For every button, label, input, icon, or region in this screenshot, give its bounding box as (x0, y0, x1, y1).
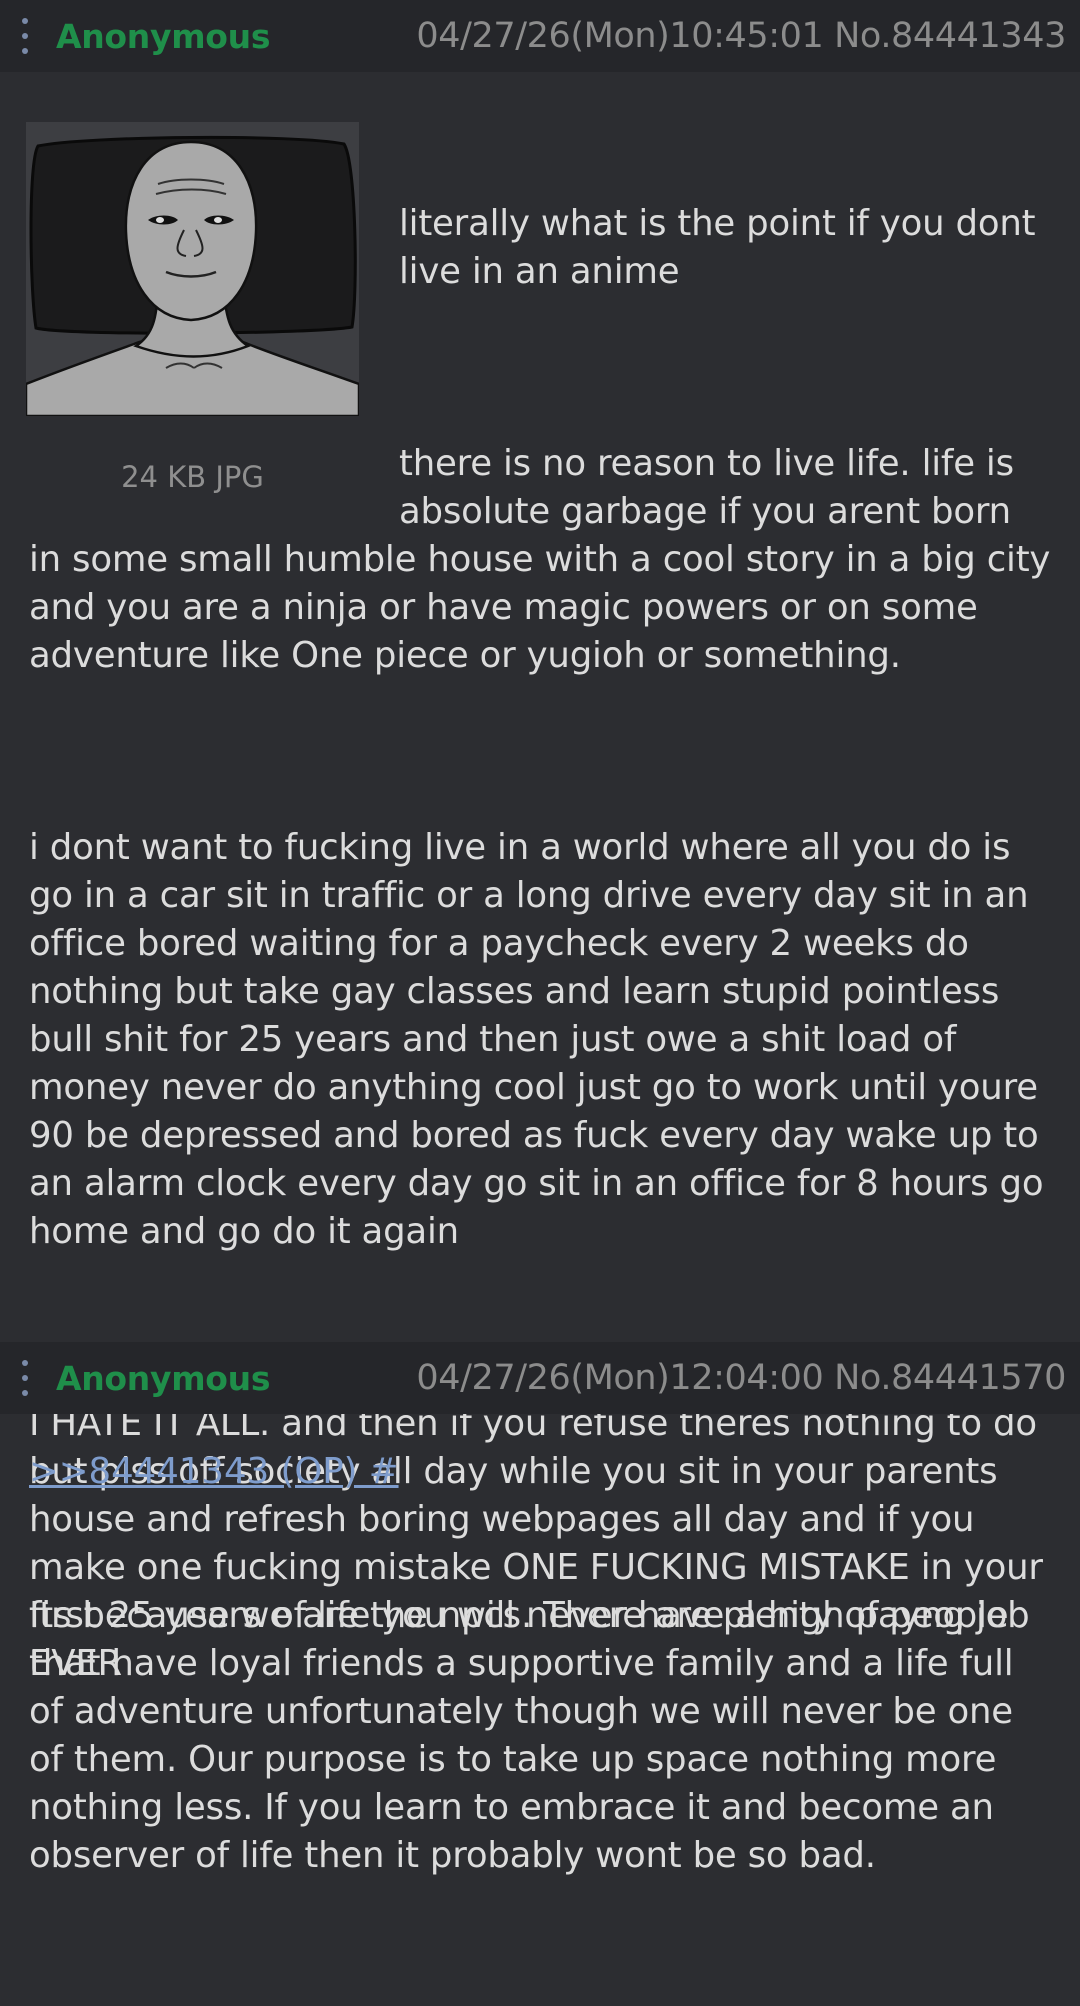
post-comment: Its because we are the npcs. There are p… (29, 1496, 1052, 1976)
comment-paragraph: i dont want to fucking live in a world w… (29, 827, 1055, 1252)
post-meta[interactable]: 04/27/26(Mon)12:04:00 No.84441570 (416, 1358, 1066, 1398)
post-body: >>84441343 (OP) # Its because we are the… (0, 1414, 1080, 2006)
poster-name: Anonymous (56, 1358, 271, 1398)
file-attachment: 24 KB JPG (26, 122, 359, 524)
post-header: Anonymous 04/27/26(Mon)10:45:01 No.84441… (0, 0, 1080, 72)
post-body: 24 KB JPG literally what is the point if… (0, 72, 1080, 1684)
file-info[interactable]: 24 KB JPG (26, 460, 359, 494)
post-header: Anonymous 04/27/26(Mon)12:04:00 No.84441… (0, 1342, 1080, 1414)
quote-link[interactable]: >>84441343 (OP) # (29, 1448, 1052, 1496)
post-meta[interactable]: 04/27/26(Mon)10:45:01 No.84441343 (416, 16, 1066, 56)
poster-name: Anonymous (56, 16, 271, 56)
kebab-menu-icon[interactable] (14, 1358, 36, 1398)
kebab-menu-icon[interactable] (14, 16, 36, 56)
post-op: Anonymous 04/27/26(Mon)10:45:01 No.84441… (0, 0, 1080, 1684)
comment-paragraph: Its because we are the npcs. There are p… (29, 1595, 1025, 1876)
post-reply: Anonymous 04/27/26(Mon)12:04:00 No.84441… (0, 1342, 1080, 2006)
image-thumbnail[interactable] (26, 122, 359, 416)
